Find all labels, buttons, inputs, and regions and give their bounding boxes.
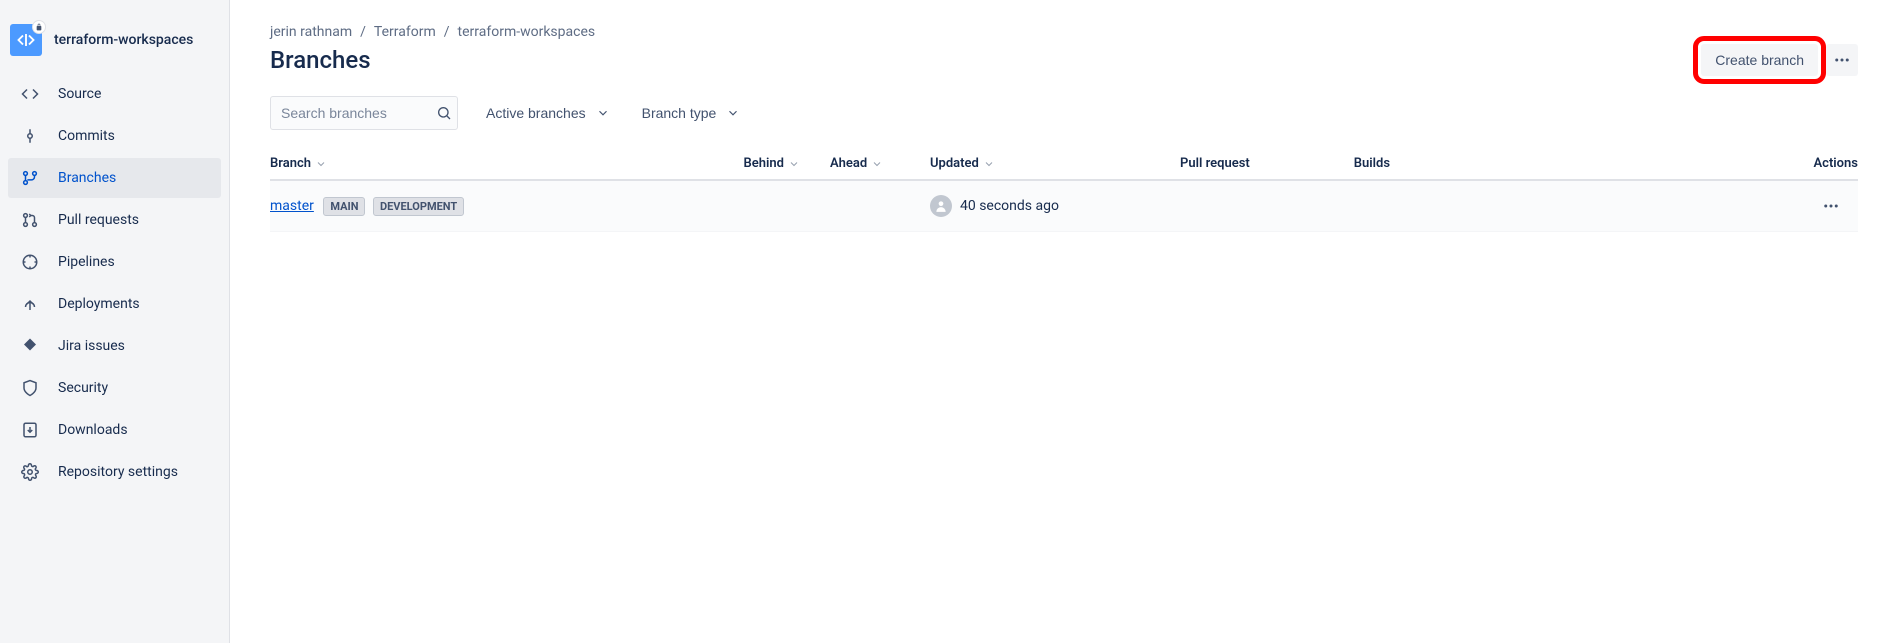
table-row: master MAIN DEVELOPMENT 40 seconds ago	[270, 181, 1858, 232]
table-header: Branch Behind Ahead Updated Pull request	[270, 148, 1858, 181]
col-updated-header[interactable]: Updated	[930, 156, 1180, 171]
col-behind-header[interactable]: Behind	[720, 156, 800, 171]
sidebar-item-label: Deployments	[58, 296, 140, 312]
gear-icon	[20, 462, 40, 482]
sidebar-item-source[interactable]: Source	[8, 74, 221, 114]
branches-icon	[20, 168, 40, 188]
header-label: Behind	[744, 156, 784, 171]
filter-label: Active branches	[486, 105, 586, 121]
header-label: Branch	[270, 156, 311, 171]
page-header: Branches Create branch	[270, 44, 1858, 76]
col-pull-request-header: Pull request	[1180, 156, 1320, 171]
header-label: Actions	[1813, 156, 1858, 171]
chevron-down-icon	[315, 158, 327, 170]
header-label: Pull request	[1180, 156, 1250, 171]
sidebar: terraform-workspaces Source Commits Bran…	[0, 0, 230, 643]
sidebar-item-branches[interactable]: Branches	[8, 158, 221, 198]
chevron-down-icon	[788, 158, 800, 170]
pull-requests-icon	[20, 210, 40, 230]
repo-header[interactable]: terraform-workspaces	[0, 8, 229, 74]
search-input[interactable]	[270, 96, 458, 130]
chevron-down-icon	[726, 106, 740, 120]
sidebar-item-label: Pipelines	[58, 254, 115, 270]
commits-icon	[20, 126, 40, 146]
breadcrumb: jerin rathnam / Terraform / terraform-wo…	[270, 24, 1858, 40]
repo-name: terraform-workspaces	[54, 32, 193, 48]
row-more-button[interactable]	[1818, 193, 1844, 219]
branch-cell: master MAIN DEVELOPMENT	[270, 197, 720, 216]
header-actions: Create branch	[1701, 44, 1858, 76]
main-content: jerin rathnam / Terraform / terraform-wo…	[230, 0, 1898, 643]
search-icon	[436, 105, 452, 121]
sidebar-item-label: Security	[58, 380, 108, 396]
more-icon	[1822, 197, 1840, 215]
chevron-down-icon	[596, 106, 610, 120]
header-label: Builds	[1354, 156, 1390, 171]
sidebar-item-pipelines[interactable]: Pipelines	[8, 242, 221, 282]
sidebar-item-security[interactable]: Security	[8, 368, 221, 408]
breadcrumb-link[interactable]: Terraform	[374, 24, 436, 40]
sidebar-item-label: Jira issues	[58, 338, 125, 354]
nav-list: Source Commits Branches Pull requests Pi…	[0, 74, 229, 494]
sidebar-item-jira-issues[interactable]: Jira issues	[8, 326, 221, 366]
updated-cell: 40 seconds ago	[930, 195, 1180, 217]
create-branch-button[interactable]: Create branch	[1701, 44, 1818, 76]
downloads-icon	[20, 420, 40, 440]
updated-time: 40 seconds ago	[960, 198, 1059, 214]
filter-label: Branch type	[642, 105, 717, 121]
filter-branch-type[interactable]: Branch type	[638, 99, 745, 127]
more-actions-button[interactable]	[1826, 44, 1858, 76]
repo-icon	[10, 24, 42, 56]
sidebar-item-label: Commits	[58, 128, 115, 144]
pipelines-icon	[20, 252, 40, 272]
branch-tag-development: DEVELOPMENT	[373, 197, 464, 216]
more-icon	[1833, 51, 1851, 69]
branches-table: Branch Behind Ahead Updated Pull request	[270, 148, 1858, 232]
lock-icon	[32, 20, 46, 34]
breadcrumb-link[interactable]: jerin rathnam	[270, 24, 352, 40]
sidebar-item-deployments[interactable]: Deployments	[8, 284, 221, 324]
chevron-down-icon	[871, 158, 883, 170]
deployments-icon	[20, 294, 40, 314]
sidebar-item-label: Source	[58, 86, 101, 102]
user-icon	[934, 199, 948, 213]
sidebar-item-pull-requests[interactable]: Pull requests	[8, 200, 221, 240]
branch-name-link[interactable]: master	[270, 198, 314, 214]
breadcrumb-sep: /	[360, 24, 366, 40]
col-branch-header[interactable]: Branch	[270, 156, 720, 171]
breadcrumb-sep: /	[444, 24, 450, 40]
header-label: Updated	[930, 156, 979, 171]
jira-icon	[20, 336, 40, 356]
sidebar-item-label: Repository settings	[58, 464, 178, 480]
search-wrap	[270, 96, 458, 130]
col-builds-header: Builds	[1320, 156, 1390, 171]
sidebar-item-label: Branches	[58, 170, 116, 186]
sidebar-item-label: Downloads	[58, 422, 128, 438]
sidebar-item-repository-settings[interactable]: Repository settings	[8, 452, 221, 492]
sidebar-item-label: Pull requests	[58, 212, 139, 228]
avatar	[930, 195, 952, 217]
page-title: Branches	[270, 46, 371, 74]
actions-cell	[1390, 193, 1858, 219]
source-icon	[20, 84, 40, 104]
branch-tag-main: MAIN	[323, 197, 365, 216]
col-actions-header: Actions	[1390, 156, 1858, 171]
col-ahead-header[interactable]: Ahead	[800, 156, 930, 171]
shield-icon	[20, 378, 40, 398]
header-label: Ahead	[830, 156, 867, 171]
breadcrumb-link[interactable]: terraform-workspaces	[458, 24, 596, 40]
chevron-down-icon	[983, 158, 995, 170]
filters: Active branches Branch type	[270, 96, 1858, 130]
sidebar-item-downloads[interactable]: Downloads	[8, 410, 221, 450]
filter-active-branches[interactable]: Active branches	[482, 99, 614, 127]
sidebar-item-commits[interactable]: Commits	[8, 116, 221, 156]
